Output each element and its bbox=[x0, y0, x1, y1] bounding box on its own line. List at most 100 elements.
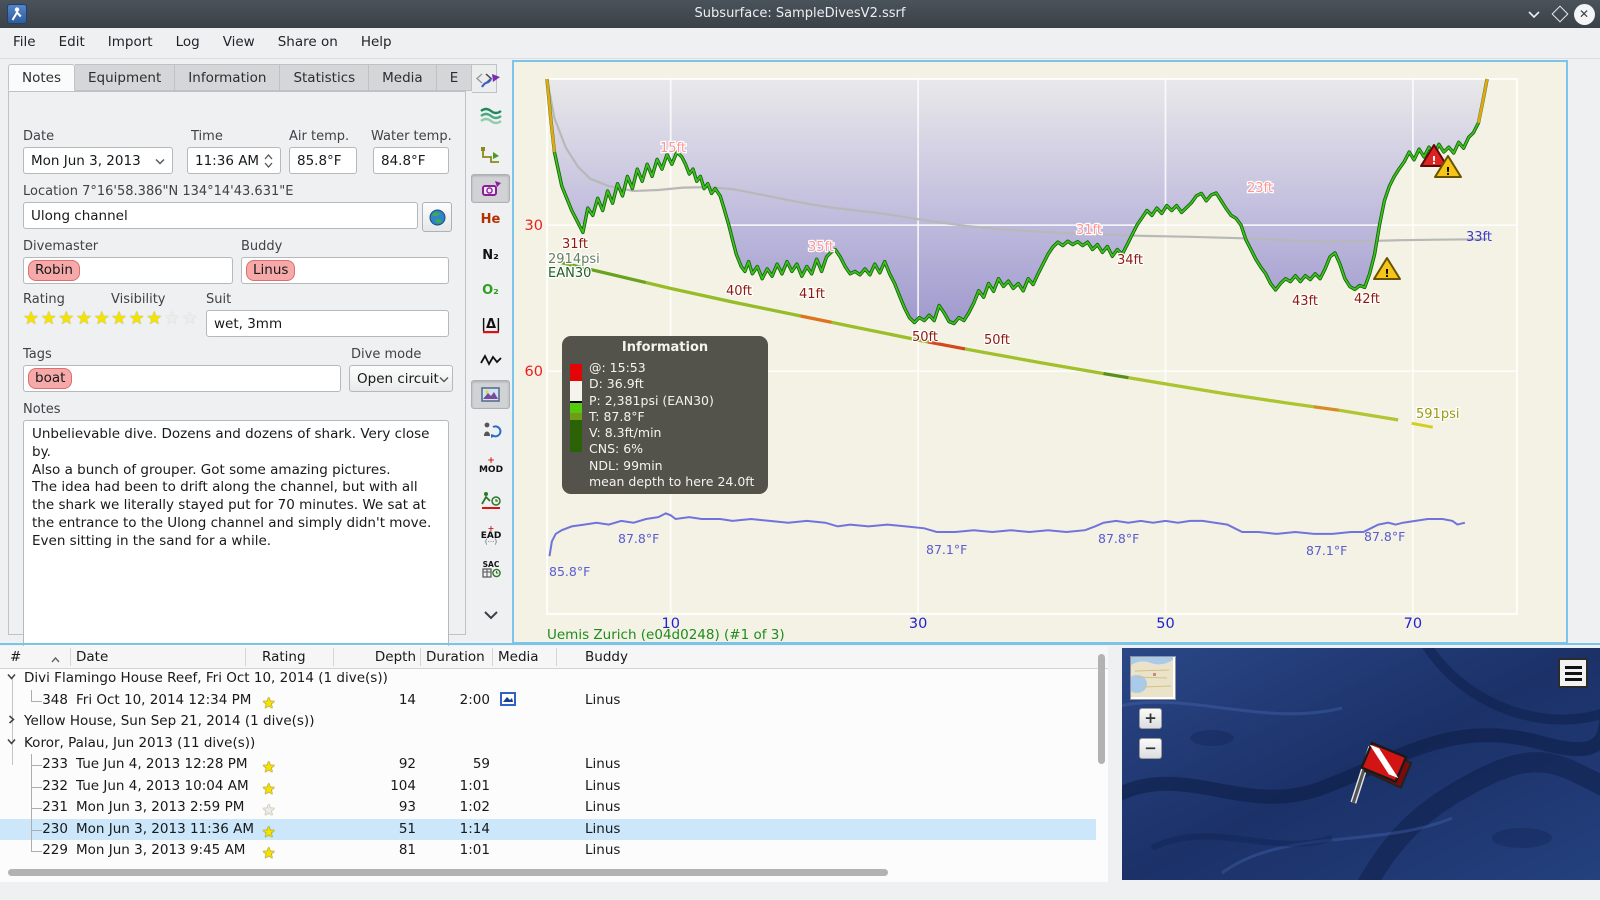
dive-number: 233 bbox=[42, 756, 68, 772]
mod-toolbar-button[interactable]: + MOD bbox=[471, 450, 510, 479]
ead-toolbar-button[interactable]: + EAD (···) bbox=[471, 520, 510, 549]
suit-input[interactable]: wet, 3mm bbox=[206, 310, 449, 337]
close-button[interactable]: ✕ bbox=[1572, 0, 1596, 28]
dive-computer-toolbar-button[interactable] bbox=[471, 174, 510, 203]
tag-chip[interactable]: boat bbox=[28, 368, 73, 389]
water-temp-field[interactable]: 84.8°F bbox=[373, 147, 449, 174]
oxygen-toolbar-button[interactable]: O₂ bbox=[471, 276, 510, 305]
profile-events-toolbar-button[interactable] bbox=[471, 140, 510, 169]
tab-information[interactable]: Information bbox=[175, 64, 281, 91]
star-icon: ★ bbox=[163, 308, 182, 329]
info-line: NDL: 99min bbox=[589, 457, 663, 473]
buddy-input[interactable]: Linus bbox=[241, 257, 449, 284]
ndl-toolbar-button[interactable] bbox=[471, 485, 510, 514]
sac-toolbar-button[interactable]: SAC bbox=[471, 555, 510, 584]
chevron-down-icon[interactable] bbox=[439, 371, 449, 387]
tab-e[interactable]: E bbox=[436, 64, 473, 91]
table-row[interactable]: 233 Tue Jun 4, 2013 12:28 PM ★ ★ ★ ★ ★ 92 59 Linu… bbox=[0, 754, 1096, 776]
expand-icon[interactable] bbox=[6, 713, 17, 729]
waves-toolbar-button[interactable] bbox=[471, 100, 510, 129]
notes-textarea[interactable]: Unbelievable dive. Dozens and dozens of … bbox=[23, 420, 449, 648]
column-media[interactable]: Media bbox=[498, 649, 539, 665]
column-duration[interactable]: Duration bbox=[426, 649, 485, 665]
rating-stars[interactable]: ★★★★★ bbox=[23, 308, 111, 329]
svg-text:!: ! bbox=[1384, 267, 1389, 280]
column-date[interactable]: Date bbox=[76, 649, 108, 665]
divemaster-chip[interactable]: Robin bbox=[28, 260, 80, 281]
spinner-arrows-icon[interactable] bbox=[264, 153, 273, 168]
map-zoom-in-button[interactable]: + bbox=[1139, 708, 1162, 729]
suit-value: wet, 3mm bbox=[214, 315, 283, 332]
maximize-button[interactable] bbox=[1550, 0, 1570, 28]
collapse-icon[interactable] bbox=[6, 735, 17, 751]
menu-file[interactable]: File bbox=[3, 28, 46, 56]
minimize-button[interactable] bbox=[1524, 0, 1544, 28]
sort-ascending-icon[interactable] bbox=[50, 652, 61, 668]
profile-annotation: 34ft bbox=[1117, 253, 1143, 268]
map-menu-button[interactable] bbox=[1558, 658, 1588, 688]
tab-notes[interactable]: Notes bbox=[8, 64, 75, 91]
trip-row[interactable]: Koror, Palau, Jun 2013 (11 dive(s)) bbox=[0, 733, 1096, 755]
dive-depth: 51 bbox=[398, 820, 416, 837]
toolbar-scroll-down-button[interactable] bbox=[471, 600, 510, 629]
time-spinbox[interactable]: 11:36 AM bbox=[187, 147, 281, 174]
photos-toolbar-button[interactable] bbox=[471, 380, 510, 409]
geolocation-button[interactable] bbox=[422, 202, 452, 232]
column-buddy[interactable]: Buddy bbox=[585, 649, 628, 665]
location-input[interactable]: Ulong channel bbox=[23, 202, 418, 229]
tags-input[interactable]: boat bbox=[23, 365, 341, 392]
nitrogen-toolbar-button[interactable]: N₂ bbox=[471, 241, 510, 270]
window-title: Subsurface: SampleDivesV2.ssrf bbox=[694, 6, 906, 21]
tab-equipment[interactable]: Equipment bbox=[75, 64, 176, 91]
trip-row[interactable]: Divi Flamingo House Reef, Fri Oct 10, 20… bbox=[0, 668, 1096, 690]
menu-log[interactable]: Log bbox=[166, 28, 210, 56]
buddy-chip[interactable]: Linus bbox=[246, 260, 296, 281]
air-temp-field[interactable]: 85.8°F bbox=[289, 147, 357, 174]
menu-edit[interactable]: Edit bbox=[49, 28, 95, 56]
horizontal-scrollbar[interactable] bbox=[8, 869, 888, 876]
date-combobox[interactable]: Mon Jun 3, 2013 bbox=[23, 147, 173, 174]
menu-view[interactable]: View bbox=[213, 28, 265, 56]
gas-delta-toolbar-button[interactable]: |Δ| bbox=[471, 310, 510, 339]
menu-import[interactable]: Import bbox=[98, 28, 163, 56]
table-row[interactable]: 231 Mon Jun 3, 2013 2:59 PM ★ ★ ★ ★ ★ 93 1:02 Lin… bbox=[0, 797, 1096, 819]
svg-text:!: ! bbox=[1431, 154, 1436, 167]
tab-statistics[interactable]: Statistics bbox=[280, 64, 370, 91]
info-tooltip: Information @: 15:53 D: 36.9ft P: 2,381psi… bbox=[562, 336, 768, 494]
divemaster-input[interactable]: Robin bbox=[23, 257, 233, 284]
profile-annotation: 85.8°F bbox=[549, 564, 590, 579]
visibility-stars[interactable]: ★★★★★ bbox=[111, 308, 199, 329]
map-zoom-out-button[interactable]: − bbox=[1139, 738, 1162, 759]
tab-media[interactable]: Media bbox=[369, 64, 437, 91]
chevron-down-icon[interactable] bbox=[155, 153, 165, 169]
menu-help[interactable]: Help bbox=[351, 28, 402, 56]
table-row[interactable]: 230 Mon Jun 3, 2013 11:36 AM ★ ★ ★ ★ ★ 51 1:14 Li… bbox=[0, 818, 1096, 841]
collapse-icon[interactable] bbox=[6, 670, 17, 686]
dive-mode-toolbar-button[interactable] bbox=[471, 66, 510, 95]
dive-profile-chart[interactable]: 15ft 35ft 31ft 23ft 31ft 40ft 41ft 50ft 50ft 34ft… bbox=[512, 60, 1568, 644]
helium-toolbar-button[interactable]: He bbox=[471, 205, 510, 234]
nitrogen-icon: N₂ bbox=[482, 248, 499, 263]
tissues-toolbar-button[interactable] bbox=[471, 415, 510, 444]
column-depth[interactable]: Depth bbox=[356, 649, 416, 665]
profile-annotation: 591psi bbox=[1416, 407, 1459, 422]
air-temp-value: 85.8°F bbox=[297, 152, 342, 169]
dive-site-map[interactable]: + − bbox=[1122, 648, 1600, 880]
dive-computer-icon bbox=[481, 180, 501, 196]
vertical-scrollbar[interactable] bbox=[1098, 654, 1105, 764]
horizontal-splitter[interactable] bbox=[0, 643, 1600, 645]
menu-share-on[interactable]: Share on bbox=[268, 28, 348, 56]
dive-media[interactable] bbox=[500, 691, 516, 710]
table-row[interactable]: 348 Fri Oct 10, 2014 12:34 PM ★ ★ ★ ★ ★ 14 2:00 L… bbox=[0, 689, 1096, 712]
heart-rate-toolbar-button[interactable] bbox=[471, 345, 510, 374]
column-number[interactable]: # bbox=[10, 649, 21, 665]
table-row[interactable]: 232 Tue Jun 4, 2013 10:04 AM ★ ★ ★ ★ ★ 104 1:01 L… bbox=[0, 775, 1096, 798]
map-overview-thumbnail[interactable] bbox=[1127, 656, 1176, 700]
dive-duration: 1:01 bbox=[459, 842, 490, 858]
column-rating[interactable]: Rating bbox=[262, 649, 306, 665]
dive-mode-combobox[interactable]: Open circuit bbox=[349, 365, 453, 392]
table-row[interactable]: 229 Mon Jun 3, 2013 9:45 AM ★ ★ ★ ★ ★ 81 1:01 Lin… bbox=[0, 840, 1096, 862]
trip-row[interactable]: Yellow House, Sun Sep 21, 2014 (1 dive(s… bbox=[0, 711, 1096, 733]
trip-label: Divi Flamingo House Reef, Fri Oct 10, 20… bbox=[24, 670, 388, 686]
dive-number: 229 bbox=[42, 842, 68, 858]
